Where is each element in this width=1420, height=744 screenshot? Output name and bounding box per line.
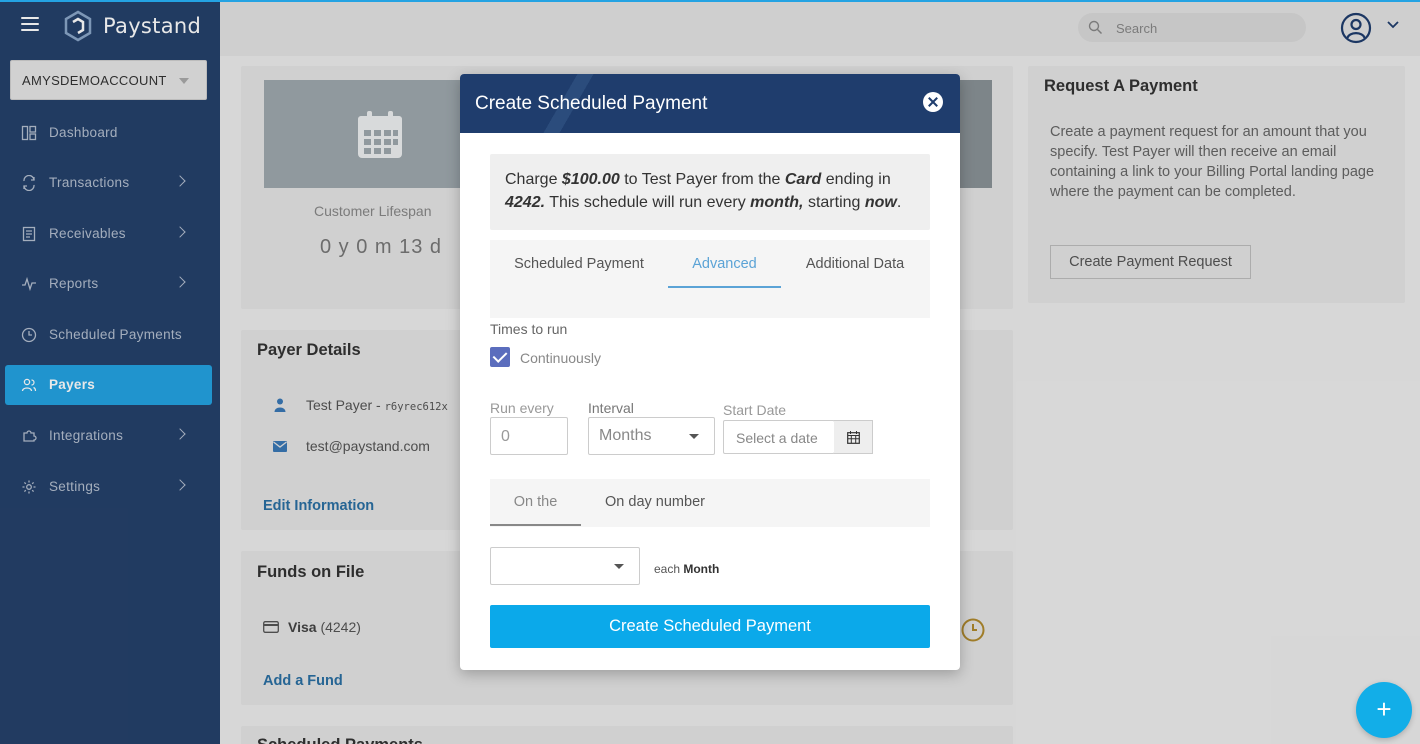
calendar-button[interactable] [834,420,873,454]
caret-down-icon [614,564,624,569]
summary-amount: $100.00 [561,171,620,188]
summary-method: Card [784,171,822,188]
summary-text: This schedule will run every [545,194,751,211]
summary-text: Charge [505,171,562,188]
add-button[interactable]: + [1356,682,1412,738]
start-date-label: Start Date [723,402,787,418]
tab-on-the[interactable]: On the [490,479,581,526]
summary-text: starting [803,194,865,211]
tab-on-day-number[interactable]: On day number [598,479,712,526]
calendar-icon [847,431,860,444]
each-unit: Month [683,562,720,576]
times-to-run-label: Times to run [490,321,568,337]
tab-scheduled-payment[interactable]: Scheduled Payment [498,240,660,288]
run-every-input[interactable]: 0 [490,417,568,455]
day-select[interactable] [490,547,640,585]
day-mode-tabs: On the On day number [490,479,930,527]
modal-tabs: Scheduled Payment Advanced Additional Da… [490,240,930,318]
close-icon[interactable] [923,92,943,112]
interval-label: Interval [588,400,634,416]
interval-select[interactable]: Months [588,417,715,455]
tab-additional-data[interactable]: Additional Data [790,240,920,288]
start-date-placeholder: Select a date [736,430,818,446]
top-accent-line [0,0,1420,2]
each-month-label: each Month [654,562,719,576]
summary-start: now [864,194,897,211]
schedule-summary: Charge $100.00 to Test Payer from the Ca… [490,154,930,230]
summary-text: ending in [821,171,891,188]
run-every-label: Run every [490,400,554,416]
interval-value: Months [599,427,652,444]
modal-title: Create Scheduled Payment [475,93,708,114]
continuously-label: Continuously [520,350,601,366]
start-date-input[interactable]: Select a date [723,420,835,454]
summary-last4: 4242. [505,194,546,211]
summary-period: month, [750,194,804,211]
modal-header: Create Scheduled Payment [460,74,960,133]
create-scheduled-payment-modal: Create Scheduled Payment Charge $100.00 … [460,74,960,670]
each-prefix: each [654,562,684,576]
caret-down-icon [689,434,699,439]
run-every-placeholder: 0 [501,428,510,445]
create-scheduled-payment-button[interactable]: Create Scheduled Payment [490,605,930,648]
summary-text: . [896,194,902,211]
tab-advanced[interactable]: Advanced [668,240,781,288]
summary-text: to Test Payer from the [619,171,785,188]
continuously-checkbox[interactable] [490,347,510,367]
